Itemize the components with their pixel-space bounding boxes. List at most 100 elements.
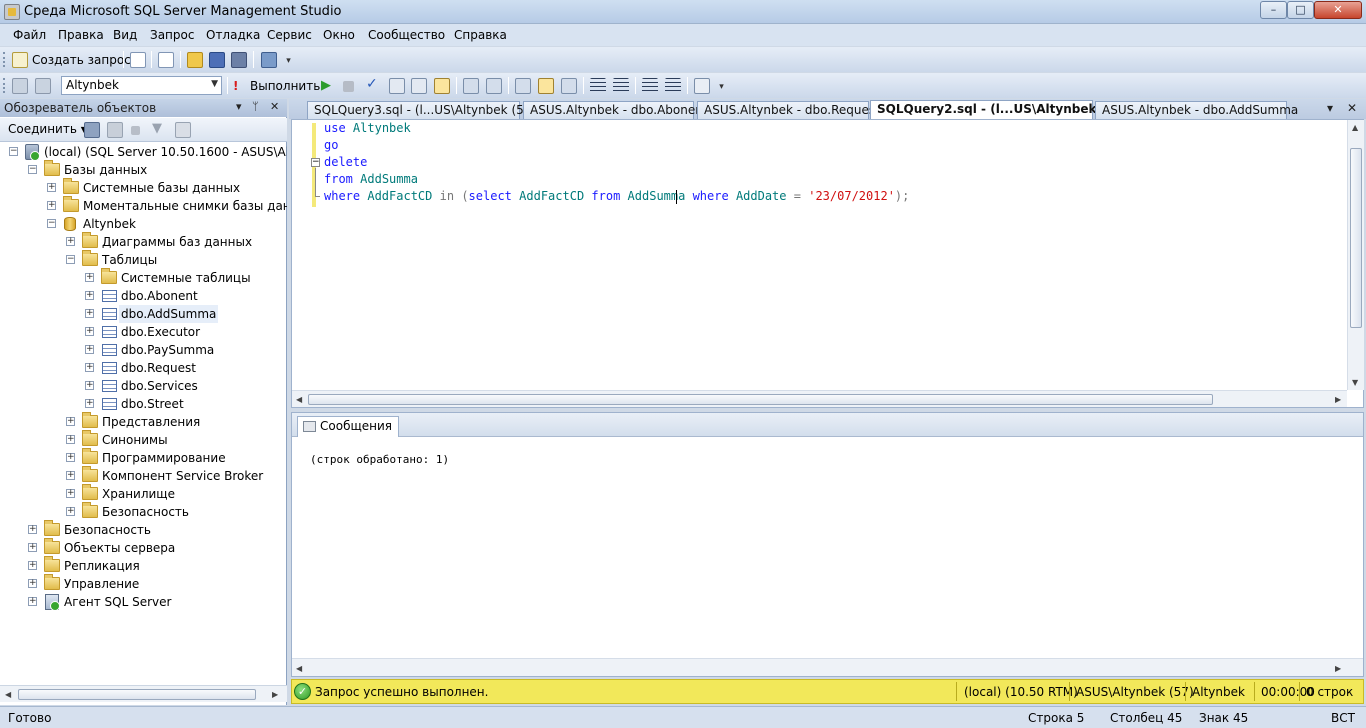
client-statistics-icon[interactable]: [538, 78, 554, 94]
uncomment-lines-icon[interactable]: [613, 78, 629, 94]
tree-node-system-databases[interactable]: + Системные базы данных: [0, 178, 287, 197]
activity-monitor-icon[interactable]: [261, 52, 277, 68]
tree-node-db-security[interactable]: + Безопасность: [0, 502, 287, 521]
tab-request[interactable]: ASUS.Altynbek - dbo.Request: [697, 101, 880, 119]
results-to-text-icon[interactable]: [561, 78, 577, 94]
menu-community[interactable]: Сообщество: [368, 28, 445, 42]
tab-abonent[interactable]: ASUS.Altynbek - dbo.Abonent: [523, 101, 708, 119]
menu-view[interactable]: Вид: [113, 28, 137, 42]
tab-sqlquery2[interactable]: SQLQuery2.sql - (l...US\Altynbek (57))*: [870, 100, 1140, 119]
editor-hscrollbar[interactable]: ◀ ▶: [292, 390, 1347, 407]
disconnect-icon[interactable]: [107, 122, 123, 138]
results-to-grid-icon[interactable]: [434, 78, 450, 94]
expand-icon[interactable]: +: [85, 273, 94, 282]
scroll-thumb[interactable]: [308, 394, 1213, 405]
expand-icon[interactable]: +: [66, 471, 75, 480]
database-select[interactable]: Altynbek ▼: [61, 76, 222, 95]
sql-editor[interactable]: − use Altynbek go delete from AddSumma w…: [291, 119, 1364, 408]
toolbar-overflow-icon[interactable]: ▾: [717, 79, 726, 95]
expand-icon[interactable]: +: [66, 453, 75, 462]
save-all-icon[interactable]: [231, 52, 247, 68]
panel-close-icon[interactable]: ✕: [270, 100, 279, 113]
scroll-left-icon[interactable]: ◀: [296, 395, 302, 404]
tree-node-table[interactable]: + dbo.Services: [0, 377, 287, 395]
tab-addsumma[interactable]: ASUS.Altynbek - dbo.AddSumma: [1095, 101, 1298, 119]
connect-dropdown-button[interactable]: Соединить ▾: [8, 122, 87, 136]
expand-icon[interactable]: +: [47, 201, 56, 210]
scroll-thumb[interactable]: [1350, 148, 1362, 328]
tree-node-table[interactable]: + dbo.Executor: [0, 323, 287, 341]
execute-button[interactable]: Выполнить: [250, 79, 320, 93]
close-button[interactable]: ✕: [1314, 1, 1362, 19]
panel-dropdown-icon[interactable]: ▾: [236, 100, 242, 113]
comment-lines-icon[interactable]: [590, 78, 606, 94]
tree-node-sql-agent[interactable]: + Агент SQL Server: [0, 593, 287, 611]
tree-node-databases[interactable]: − Базы данных: [0, 160, 287, 179]
expand-icon[interactable]: +: [85, 327, 94, 336]
pin-icon[interactable]: ᛘ: [252, 100, 259, 113]
menu-tools[interactable]: Сервис: [267, 28, 312, 42]
tree-node-table[interactable]: + dbo.Request: [0, 359, 287, 377]
object-explorer-hscrollbar[interactable]: ◀ ▶: [0, 685, 287, 702]
scroll-down-icon[interactable]: ▼: [1352, 378, 1358, 387]
tree-node-replication[interactable]: + Репликация: [0, 556, 287, 575]
stop-icon[interactable]: [131, 126, 140, 135]
expand-icon[interactable]: +: [85, 291, 94, 300]
tree-node-database-snapshots[interactable]: + Моментальные снимки базы данных: [0, 196, 287, 215]
new-query-icon[interactable]: [12, 52, 28, 68]
filter-icon[interactable]: ▼: [152, 121, 162, 136]
collapse-icon[interactable]: −: [28, 165, 37, 174]
connect-object-icon[interactable]: [84, 122, 100, 138]
expand-icon[interactable]: +: [66, 489, 75, 498]
decrease-indent-icon[interactable]: [642, 78, 658, 94]
tree-node-table[interactable]: + dbo.Street: [0, 395, 287, 413]
display-plan-icon[interactable]: [389, 78, 405, 94]
editor-vscrollbar[interactable]: ▲ ▼: [1347, 120, 1364, 390]
menu-query[interactable]: Запрос: [150, 28, 194, 42]
tree-node-table[interactable]: + dbo.PaySumma: [0, 341, 287, 359]
new-file-icon[interactable]: [158, 52, 174, 68]
specify-values-icon[interactable]: [463, 78, 479, 94]
tree-node-management[interactable]: + Управление: [0, 574, 287, 593]
expand-icon[interactable]: +: [28, 597, 37, 606]
database-engine-query-icon[interactable]: [130, 52, 146, 68]
scroll-right-icon[interactable]: ▶: [272, 690, 278, 699]
tree-node-programmability[interactable]: + Программирование: [0, 448, 287, 467]
tree-node-altynbek-db[interactable]: − Altynbek: [0, 215, 287, 233]
tab-close-icon[interactable]: ✕: [1347, 101, 1357, 115]
tab-sqlquery3[interactable]: SQLQuery3.sql - (l...US\Altynbek (55))*: [307, 101, 547, 119]
save-icon[interactable]: [209, 52, 225, 68]
tree-node-table[interactable]: + dbo.Abonent: [0, 287, 287, 305]
menu-debug[interactable]: Отладка: [206, 28, 260, 42]
expand-icon[interactable]: +: [28, 579, 37, 588]
fold-collapse-icon[interactable]: −: [311, 158, 320, 167]
query-designer-icon[interactable]: [411, 78, 427, 94]
expand-icon[interactable]: +: [28, 561, 37, 570]
parse-checkmark-icon[interactable]: ✓: [366, 76, 378, 92]
minimize-button[interactable]: –: [1260, 1, 1287, 19]
stop-icon[interactable]: [343, 81, 354, 92]
expand-icon[interactable]: +: [85, 363, 94, 372]
collapse-icon[interactable]: −: [9, 147, 18, 156]
tree-node-service-broker[interactable]: + Компонент Service Broker: [0, 466, 287, 485]
expand-icon[interactable]: +: [85, 345, 94, 354]
tree-node-server-objects[interactable]: + Объекты сервера: [0, 538, 287, 557]
tab-list-dropdown-icon[interactable]: ▾: [1327, 101, 1333, 115]
tree-node-synonyms[interactable]: + Синонимы: [0, 430, 287, 449]
menu-file[interactable]: Файл: [13, 28, 46, 42]
expand-icon[interactable]: +: [66, 507, 75, 516]
menu-help[interactable]: Справка: [454, 28, 507, 42]
expand-icon[interactable]: +: [66, 237, 75, 246]
collapse-icon[interactable]: −: [66, 255, 75, 264]
tree-node-security[interactable]: + Безопасность: [0, 520, 287, 539]
scroll-right-icon[interactable]: ▶: [1335, 395, 1341, 404]
expand-icon[interactable]: +: [66, 417, 75, 426]
tree-node-table[interactable]: + dbo.AddSumma: [0, 305, 287, 323]
toolbar-overflow-icon[interactable]: ▾: [284, 53, 293, 69]
toolbar-grip[interactable]: [3, 78, 6, 93]
menu-edit[interactable]: Правка: [58, 28, 104, 42]
specify-template-icon[interactable]: [694, 78, 710, 94]
menu-window[interactable]: Окно: [323, 28, 355, 42]
tree-node-system-tables[interactable]: + Системные таблицы: [0, 268, 287, 287]
actual-plan-icon[interactable]: [515, 78, 531, 94]
